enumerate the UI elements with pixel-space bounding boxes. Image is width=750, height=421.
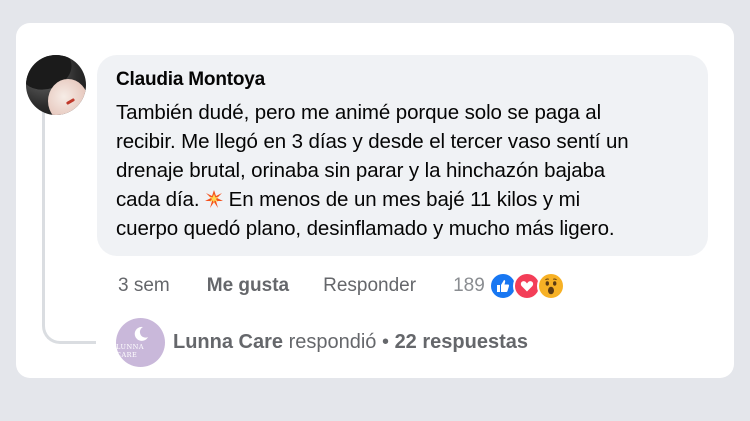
- reaction-icons[interactable]: [488, 272, 565, 300]
- reply-author: Lunna Care: [173, 331, 284, 353]
- author-avatar[interactable]: [26, 55, 86, 115]
- reply-button[interactable]: Responder: [323, 275, 416, 297]
- like-button[interactable]: Me gusta: [207, 275, 289, 297]
- wow-icon: [536, 272, 565, 300]
- thread-connector: [42, 104, 96, 344]
- author-name[interactable]: Claudia Montoya: [116, 68, 690, 92]
- replies-summary[interactable]: LUNNA CARE Lunna Care respondió • 22 res…: [116, 318, 528, 367]
- moon-icon: [134, 326, 148, 341]
- comment-timestamp[interactable]: 3 sem: [118, 275, 170, 297]
- collision-icon: [205, 187, 224, 208]
- reaction-count[interactable]: 189: [453, 275, 485, 297]
- reply-text[interactable]: Lunna Care respondió • 22 respuestas: [173, 331, 528, 354]
- lunna-care-avatar[interactable]: LUNNA CARE: [116, 318, 165, 367]
- replies-count: 22 respuestas: [394, 331, 528, 353]
- comment-actions: 3 sem Me gusta Responder 189: [118, 272, 565, 300]
- comment-text: También dudé, pero me animé porque solo …: [116, 101, 629, 240]
- comment-bubble: Claudia Montoya También dudé, pero me an…: [97, 55, 708, 256]
